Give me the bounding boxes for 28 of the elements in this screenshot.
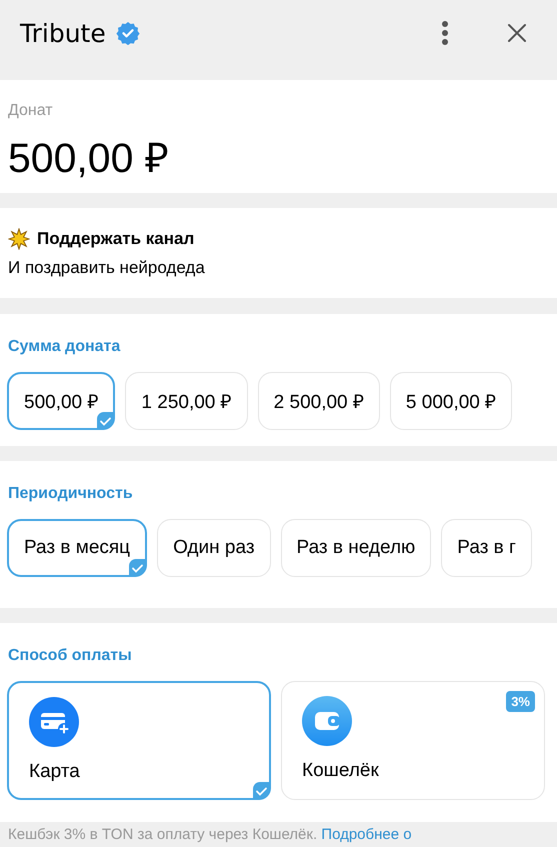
period-option[interactable]: Раз в неделю [280, 519, 432, 577]
payment-method[interactable]: Кошелёк 3% [281, 681, 545, 800]
cashback-badge: 3% [506, 691, 535, 712]
channel-title: Поддержать канал [37, 229, 194, 249]
cashback-note: Кешбэк 3% в TON за оплату через Кошелёк. Подробнее о [8, 826, 412, 843]
amount-option[interactable]: 1 250,00 ₽ [125, 372, 248, 430]
period-option[interactable]: Раз в г [441, 519, 532, 577]
app-title: Tribute [20, 18, 106, 48]
section-title: Способ оплаты [8, 647, 133, 665]
payment-method[interactable]: Карта [7, 681, 271, 800]
check-icon [253, 782, 271, 800]
section-title: Сумма доната [8, 338, 122, 356]
close-icon[interactable] [507, 23, 527, 43]
wallet-icon [302, 696, 352, 746]
section-title: Периодичность [8, 485, 134, 503]
amount-option[interactable]: 500,00 ₽ [7, 372, 116, 430]
period-option[interactable]: Раз в месяц [7, 519, 148, 577]
check-icon [129, 559, 148, 577]
amount-option[interactable]: 2 500,00 ₽ [258, 372, 380, 430]
sparkle-icon [8, 228, 30, 250]
card-icon [29, 697, 79, 747]
period-option[interactable]: Один раз [157, 519, 271, 577]
more-icon[interactable] [441, 20, 449, 46]
donation-amount: 500,00 ₽ [8, 134, 170, 183]
amount-option[interactable]: 5 000,00 ₽ [390, 372, 512, 430]
check-icon [97, 412, 116, 430]
channel-subtitle: И поздравить нейродеда [8, 258, 206, 278]
donation-label: Донат [8, 102, 54, 120]
